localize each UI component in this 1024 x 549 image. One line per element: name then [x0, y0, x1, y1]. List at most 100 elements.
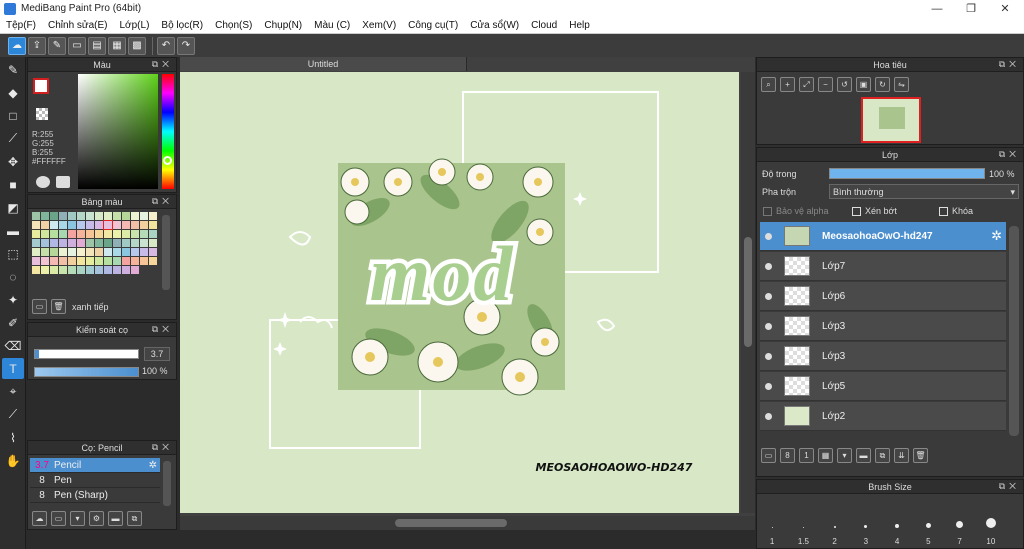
eye-icon[interactable] — [765, 382, 772, 390]
gear-icon[interactable]: ✲ — [149, 460, 157, 471]
grid-layout-icon[interactable]: ▦ — [108, 36, 126, 55]
panel-controls-icon[interactable]: ⧉✕ — [152, 442, 173, 453]
zoom-in-icon[interactable]: + — [780, 77, 795, 92]
palette-swatch[interactable] — [95, 230, 103, 238]
panel-controls-icon[interactable]: ⧉✕ — [999, 149, 1020, 160]
menu-help[interactable]: Help — [563, 20, 596, 31]
page-icon[interactable]: ▭ — [68, 36, 86, 55]
palette-swatch[interactable] — [113, 212, 121, 220]
palette-swatch[interactable] — [95, 257, 103, 265]
brush-settings-icon[interactable]: ⚙ — [89, 511, 104, 526]
duplicate-layer-icon[interactable]: ⧉ — [875, 448, 890, 463]
panel-controls-icon[interactable]: ⧉✕ — [999, 481, 1020, 492]
palette-swatch[interactable] — [131, 230, 139, 238]
blend-mode-select[interactable]: Bình thường ▾ — [829, 184, 1019, 199]
palette-swatch[interactable] — [77, 248, 85, 256]
menu-layer[interactable]: Lớp(L) — [114, 20, 156, 31]
palette-swatch[interactable] — [122, 266, 130, 274]
protect-alpha-checkbox[interactable]: Bảo vệ alpha — [763, 206, 829, 216]
palette-swatch[interactable] — [113, 257, 121, 265]
menu-edit[interactable]: Chỉnh sửa(E) — [42, 20, 114, 31]
palette-swatch[interactable] — [68, 230, 76, 238]
clip-checkbox[interactable]: Xén bớt — [852, 206, 897, 216]
bucket-tool-icon[interactable]: ◩ — [2, 197, 24, 218]
palette-swatch[interactable] — [77, 266, 85, 274]
palette-swatch[interactable] — [77, 239, 85, 247]
redo-icon[interactable]: ↷ — [177, 36, 195, 55]
palette-swatch[interactable] — [41, 239, 49, 247]
navigator-preview[interactable] — [861, 97, 921, 143]
palette-swatch[interactable] — [122, 257, 130, 265]
layer-list-scrollbar[interactable] — [1009, 226, 1019, 436]
palette-swatch[interactable] — [113, 266, 121, 274]
palette-swatch[interactable] — [131, 221, 139, 229]
palette-swatch[interactable] — [86, 239, 94, 247]
palette-swatch[interactable] — [95, 266, 103, 274]
divide-tool-icon[interactable]: ⟋ — [2, 404, 24, 425]
delete-layer-icon[interactable]: 🗑 — [913, 448, 928, 463]
saturation-value-picker[interactable] — [78, 74, 158, 189]
add-brush-menu-icon[interactable]: ▾ — [70, 511, 85, 526]
zoom-out-icon[interactable]: − — [818, 77, 833, 92]
palette-swatch[interactable] — [113, 239, 121, 247]
delete-palette-icon[interactable]: 🗑 — [51, 299, 66, 314]
new-layer-icon[interactable]: ▭ — [761, 448, 776, 463]
menu-capture[interactable]: Chụp(N) — [258, 20, 308, 31]
minimize-button[interactable]: — — [920, 0, 954, 17]
palette-swatch[interactable] — [77, 221, 85, 229]
eye-icon[interactable] — [765, 292, 772, 300]
palette-swatch[interactable] — [50, 230, 58, 238]
select-pen-tool-icon[interactable]: ✐ — [2, 312, 24, 333]
new-halftone-layer-icon[interactable]: ▦ — [818, 448, 833, 463]
palette-swatch[interactable] — [68, 221, 76, 229]
zoom-search-icon[interactable]: ⌕ — [761, 77, 776, 92]
brush-item-pencil[interactable]: 3.7 Pencil ✲ — [30, 458, 160, 473]
hand-tool-icon[interactable]: ✋ — [2, 450, 24, 471]
palette-swatch[interactable] — [50, 212, 58, 220]
palette-swatch[interactable] — [131, 248, 139, 256]
brush-opacity-slider[interactable] — [34, 367, 139, 377]
palette-swatch[interactable] — [140, 239, 148, 247]
palette-swatch[interactable] — [95, 212, 103, 220]
panel-controls-icon[interactable]: ⧉✕ — [152, 196, 173, 207]
palette-swatch[interactable] — [131, 239, 139, 247]
brush-list-scrollbar[interactable] — [163, 461, 171, 506]
rectangle-tool-icon[interactable]: □ — [2, 105, 24, 126]
eye-icon[interactable] — [765, 232, 772, 240]
palette-swatch[interactable] — [68, 248, 76, 256]
palette-swatch[interactable] — [122, 221, 130, 229]
eye-icon[interactable] — [765, 412, 772, 420]
palette-swatch[interactable] — [41, 257, 49, 265]
palette-swatch[interactable] — [32, 212, 40, 220]
eyedropper-tool-icon[interactable]: ⌇ — [2, 427, 24, 448]
layer-opacity-slider[interactable] — [829, 168, 985, 179]
menu-cloud[interactable]: Cloud — [525, 20, 563, 31]
palette-swatch[interactable] — [77, 212, 85, 220]
palette-swatch[interactable] — [32, 248, 40, 256]
palette-swatch[interactable] — [104, 248, 112, 256]
brush-size-preset[interactable]: 4 — [882, 498, 914, 548]
palette-swatch[interactable] — [59, 248, 67, 256]
palette-swatch[interactable] — [50, 266, 58, 274]
palette-swatch[interactable] — [104, 230, 112, 238]
layer-item[interactable]: MeosaohoaOwO-hd247 ✲ — [760, 222, 1006, 251]
palette-swatch[interactable] — [59, 230, 67, 238]
palette-swatch[interactable] — [131, 212, 139, 220]
gear-icon[interactable]: ✲ — [991, 228, 1002, 244]
lasso-tool-icon[interactable]: ◌ — [2, 266, 24, 287]
menu-filter[interactable]: Bộ lọc(R) — [155, 20, 209, 31]
canvas-vertical-scrollbar[interactable] — [741, 72, 755, 513]
maximize-button[interactable]: ❐ — [954, 0, 988, 17]
palette-swatch[interactable] — [103, 220, 113, 230]
layer-item[interactable]: Lớp5 — [760, 372, 1006, 401]
brush-tool-icon[interactable]: ✎ — [2, 59, 24, 80]
palette-swatch[interactable] — [140, 221, 148, 229]
palette-swatch[interactable] — [149, 257, 157, 265]
menu-color[interactable]: Màu (C) — [308, 20, 356, 31]
palette-swatch[interactable] — [32, 257, 40, 265]
text-tool-icon[interactable]: T — [2, 358, 24, 379]
palette-swatch[interactable] — [41, 266, 49, 274]
brush-size-preset[interactable]: 3 — [851, 498, 882, 548]
palette-swatch[interactable] — [32, 221, 40, 229]
palette-swatch[interactable] — [59, 257, 67, 265]
